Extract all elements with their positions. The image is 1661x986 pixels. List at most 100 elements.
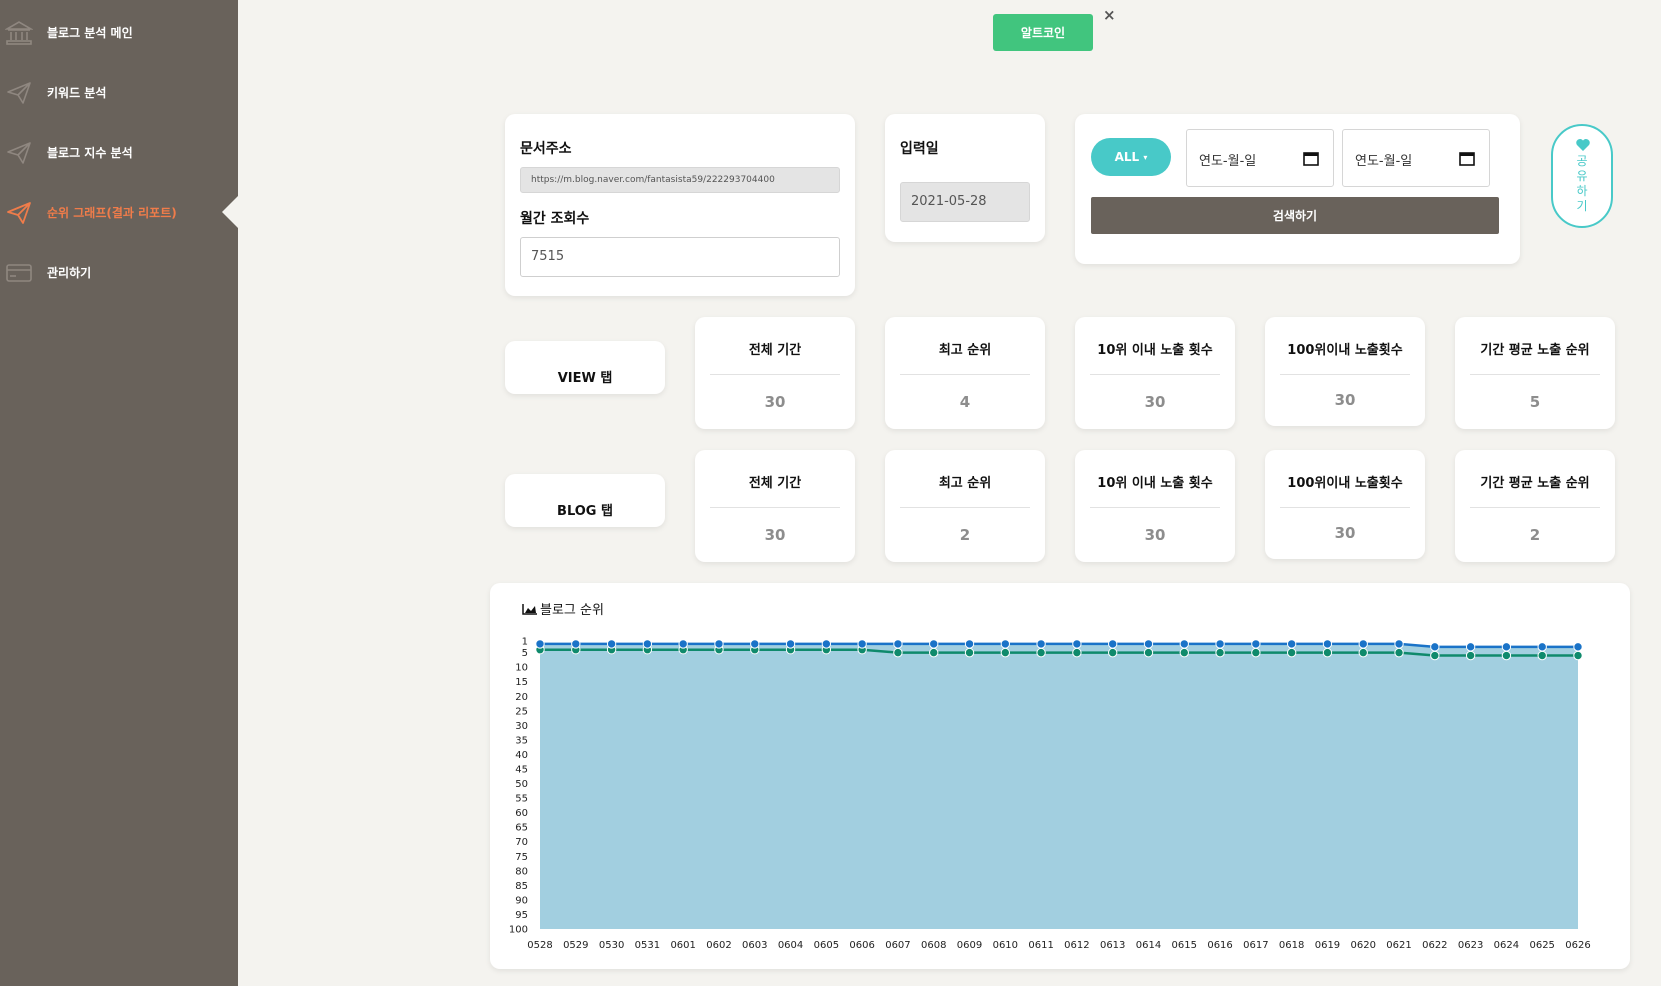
stat-title: 100위이내 노출횟수 (1287, 343, 1403, 358)
paper-plane-icon (7, 82, 31, 104)
series-point (1143, 639, 1154, 649)
series-point (750, 639, 760, 649)
x-tick-label: 0621 (1386, 940, 1411, 951)
series-point (1000, 639, 1011, 649)
heart-icon (1576, 139, 1590, 151)
y-tick-label: 90 (515, 895, 528, 906)
x-tick-label: 0613 (1100, 940, 1125, 951)
y-tick-label: 95 (515, 910, 528, 921)
end-date-placeholder: 연도-월-일 (1355, 154, 1413, 169)
stat-value: 2 (959, 526, 971, 544)
sidebar-item-keyword[interactable]: 키워드 분석 (0, 72, 238, 112)
series-point (1215, 647, 1225, 658)
series-point (1107, 639, 1118, 649)
x-tick-label: 0601 (670, 940, 695, 951)
series-point (1430, 642, 1440, 652)
series-point (1036, 639, 1046, 649)
series-point (1179, 647, 1189, 658)
close-icon[interactable]: × (1103, 6, 1116, 24)
all-filter-button[interactable]: ALL ▾ (1091, 138, 1171, 176)
series-point (535, 639, 545, 649)
sidebar-item-blog-main[interactable]: 블로그 분석 메인 (0, 12, 238, 52)
calendar-icon[interactable] (1303, 151, 1319, 166)
sidebar-item-rank-graph[interactable]: 순위 그래프(결과 리포트) (0, 192, 238, 232)
series-point (1000, 647, 1011, 658)
start-date-input[interactable]: 연도-월-일 (1186, 129, 1334, 187)
x-tick-label: 0609 (957, 940, 982, 951)
bank-icon (5, 21, 33, 45)
series-point (1286, 647, 1297, 658)
share-char: 유 (1576, 169, 1588, 183)
chart-area-fill (540, 643, 1578, 929)
series-point (1394, 647, 1404, 658)
stat-value: 30 (1334, 524, 1356, 542)
blog-stat-avg-rank: 기간 평균 노출 순위 2 (1455, 450, 1615, 562)
series-point (606, 639, 617, 649)
input-date-field[interactable]: 2021-05-28 (900, 182, 1030, 222)
stat-divider (1090, 374, 1220, 375)
series-point (964, 639, 975, 649)
altcoin-button[interactable]: 알트코인 (993, 14, 1093, 51)
stat-value: 30 (1144, 526, 1166, 544)
y-tick-label: 20 (515, 692, 528, 703)
sidebar-item-blog-index[interactable]: 블로그 지수 분석 (0, 132, 238, 172)
share-button[interactable]: 공 유 하 기 (1551, 124, 1613, 228)
x-tick-label: 0604 (778, 940, 803, 951)
view-stat-total-period: 전체 기간 30 (695, 317, 855, 429)
stat-title: 기간 평균 노출 순위 (1480, 476, 1590, 491)
sidebar-item-manage[interactable]: 관리하기 (0, 252, 238, 292)
blog-stat-top10-count: 10위 이내 노출 횟수 30 (1075, 450, 1235, 562)
series-point (893, 647, 903, 658)
url-field[interactable]: https://m.blog.naver.com/fantasista59/22… (520, 167, 840, 193)
sidebar-item-label: 순위 그래프(결과 리포트) (47, 205, 177, 220)
y-tick-label: 5 (522, 648, 528, 659)
calendar-icon[interactable] (1459, 151, 1475, 166)
view-tab-label: VIEW 탭 (557, 371, 613, 386)
view-stat-top10-count: 10위 이내 노출 횟수 30 (1075, 317, 1235, 429)
stat-divider (710, 507, 840, 508)
series-point (678, 639, 688, 649)
y-tick-label: 30 (515, 721, 528, 732)
x-tick-label: 0611 (1028, 940, 1053, 951)
paper-plane-icon (7, 202, 31, 224)
y-tick-label: 1 (522, 637, 528, 648)
series-point (571, 639, 581, 649)
stat-title: 100위이내 노출횟수 (1287, 476, 1403, 491)
x-tick-label: 0603 (742, 940, 767, 951)
sidebar-item-label: 관리하기 (47, 265, 92, 280)
series-point (642, 639, 653, 649)
x-tick-label: 0626 (1565, 940, 1590, 951)
rank-chart-card: 블로그 순위 1 5 10 15 20 25 30 35 40 45 50 55 60 65 70 75 80 8… (490, 583, 1630, 969)
stat-divider (1280, 507, 1410, 508)
series-point (1036, 647, 1046, 658)
y-tick-label: 70 (515, 837, 528, 848)
series-point (1537, 642, 1547, 652)
end-date-input[interactable]: 연도-월-일 (1342, 129, 1490, 187)
view-tab[interactable]: VIEW 탭 (505, 341, 665, 394)
search-card: ALL ▾ 연도-월-일 연도-월-일 검색하기 (1075, 114, 1520, 264)
stat-value: 5 (1529, 393, 1541, 411)
x-tick-label: 0620 (1351, 940, 1376, 951)
series-point (1143, 647, 1154, 658)
search-button[interactable]: 검색하기 (1091, 197, 1499, 234)
view-stat-avg-rank: 기간 평균 노출 순위 5 (1455, 317, 1615, 429)
series-point (857, 639, 867, 649)
series-point (1072, 639, 1082, 649)
stat-value: 30 (764, 393, 786, 411)
series-point (1251, 647, 1261, 658)
card-icon (6, 264, 32, 282)
series-point (929, 647, 939, 658)
y-tick-label: 85 (515, 881, 528, 892)
series-point (1358, 639, 1368, 649)
monthly-views-field[interactable]: 7515 (520, 237, 840, 277)
y-tick-label: 75 (515, 852, 528, 863)
x-tick-label: 0623 (1458, 940, 1483, 951)
series-point (1179, 639, 1189, 649)
blog-tab[interactable]: BLOG 탭 (505, 474, 665, 527)
y-tick-label: 100 (509, 925, 528, 936)
series-point (1322, 639, 1333, 649)
x-tick-label: 0617 (1243, 940, 1268, 951)
stat-value: 2 (1529, 526, 1541, 544)
y-tick-label: 60 (515, 808, 528, 819)
x-tick-label: 0602 (706, 940, 731, 951)
